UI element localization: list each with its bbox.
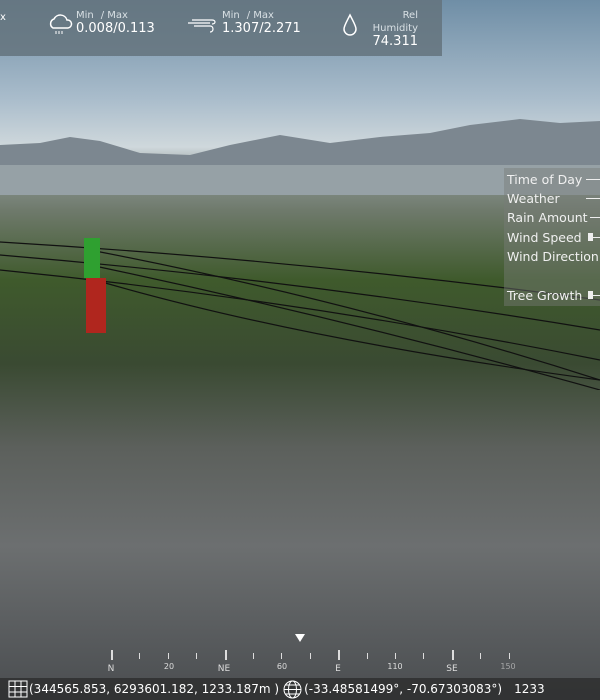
compass-label-n: N	[107, 664, 115, 674]
time-of-day-label: Time of Day	[507, 172, 583, 187]
rain-cloud-icon	[49, 14, 73, 34]
coordinates-bar: (344565.853, 6293601.182, 1233.187m ) (-…	[0, 678, 600, 700]
compass-label-60: 60	[276, 662, 288, 671]
compass-tick	[111, 650, 113, 660]
weather-label: Weather	[507, 191, 560, 206]
compass-tick	[480, 653, 482, 659]
compass-tick	[167, 653, 169, 659]
compass-tick	[253, 653, 254, 659]
compass-tick	[281, 653, 283, 659]
compass-tick	[338, 650, 341, 660]
compass-tick	[395, 653, 396, 659]
compass-tick	[423, 653, 425, 659]
wind-direction-label: Wind Direction	[507, 249, 599, 264]
3d-scene-viewport[interactable]	[0, 0, 600, 700]
rain-stat: Min / Max 0.008/0.113	[76, 10, 155, 36]
compass-tick	[508, 653, 510, 659]
compass-label-150: 150	[500, 662, 516, 671]
rain-amount-slider[interactable]	[590, 217, 600, 218]
wind-speed-label: Wind Speed	[507, 230, 582, 245]
compass-tick	[366, 653, 368, 659]
compass-tick	[196, 653, 198, 659]
wind-speed-slider-handle[interactable]	[588, 233, 593, 241]
humidity-value: 74.311	[372, 34, 419, 49]
humidity-stat: Rel Humidity 74.311	[372, 10, 419, 49]
utm-coordinates: (344565.853, 6293601.182, 1233.187m )	[29, 682, 280, 696]
wind-icon	[188, 19, 216, 33]
compass-tick	[224, 650, 227, 660]
globe-icon	[283, 680, 302, 698]
compass-tick	[139, 653, 141, 659]
heading-marker-icon	[295, 634, 305, 642]
rain-value: 0.008/0.113	[76, 21, 155, 36]
tree-growth-slider-handle[interactable]	[588, 291, 593, 299]
controls-panel: Time of Day Weather Rain Amount Wind Spe…	[504, 168, 600, 306]
wind-value: 1.307/2.271	[222, 21, 301, 36]
weather-slider[interactable]	[586, 198, 600, 199]
latlon-coordinates: (-33.48581499°, -70.67303083°)	[304, 682, 503, 696]
compass-strip: N 20 NE 60 E 110 SE 150	[100, 634, 600, 680]
compass-label-e: E	[335, 664, 341, 674]
compass-tick	[451, 650, 454, 660]
wind-stat: Min / Max 1.307/2.271	[222, 10, 301, 36]
compass-label-ne: NE	[217, 664, 231, 674]
tree-growth-label: Tree Growth	[507, 288, 583, 303]
tower-green	[84, 238, 100, 278]
water-drop-icon	[343, 13, 357, 36]
tower-red	[86, 278, 106, 333]
partial-label: x	[0, 12, 6, 23]
compass-label-110: 110	[387, 662, 403, 671]
rain-amount-label: Rain Amount	[507, 210, 588, 225]
compass-label-20: 20	[163, 662, 175, 671]
weather-stats-bar: x Min / Max 0.008/0.113 Min / Max 1.307/…	[0, 0, 442, 56]
compass-tick	[309, 653, 311, 659]
time-of-day-slider[interactable]	[586, 179, 600, 180]
elevation-value: 1233	[514, 682, 545, 696]
compass-label-se: SE	[446, 664, 458, 674]
grid-icon	[8, 680, 28, 698]
